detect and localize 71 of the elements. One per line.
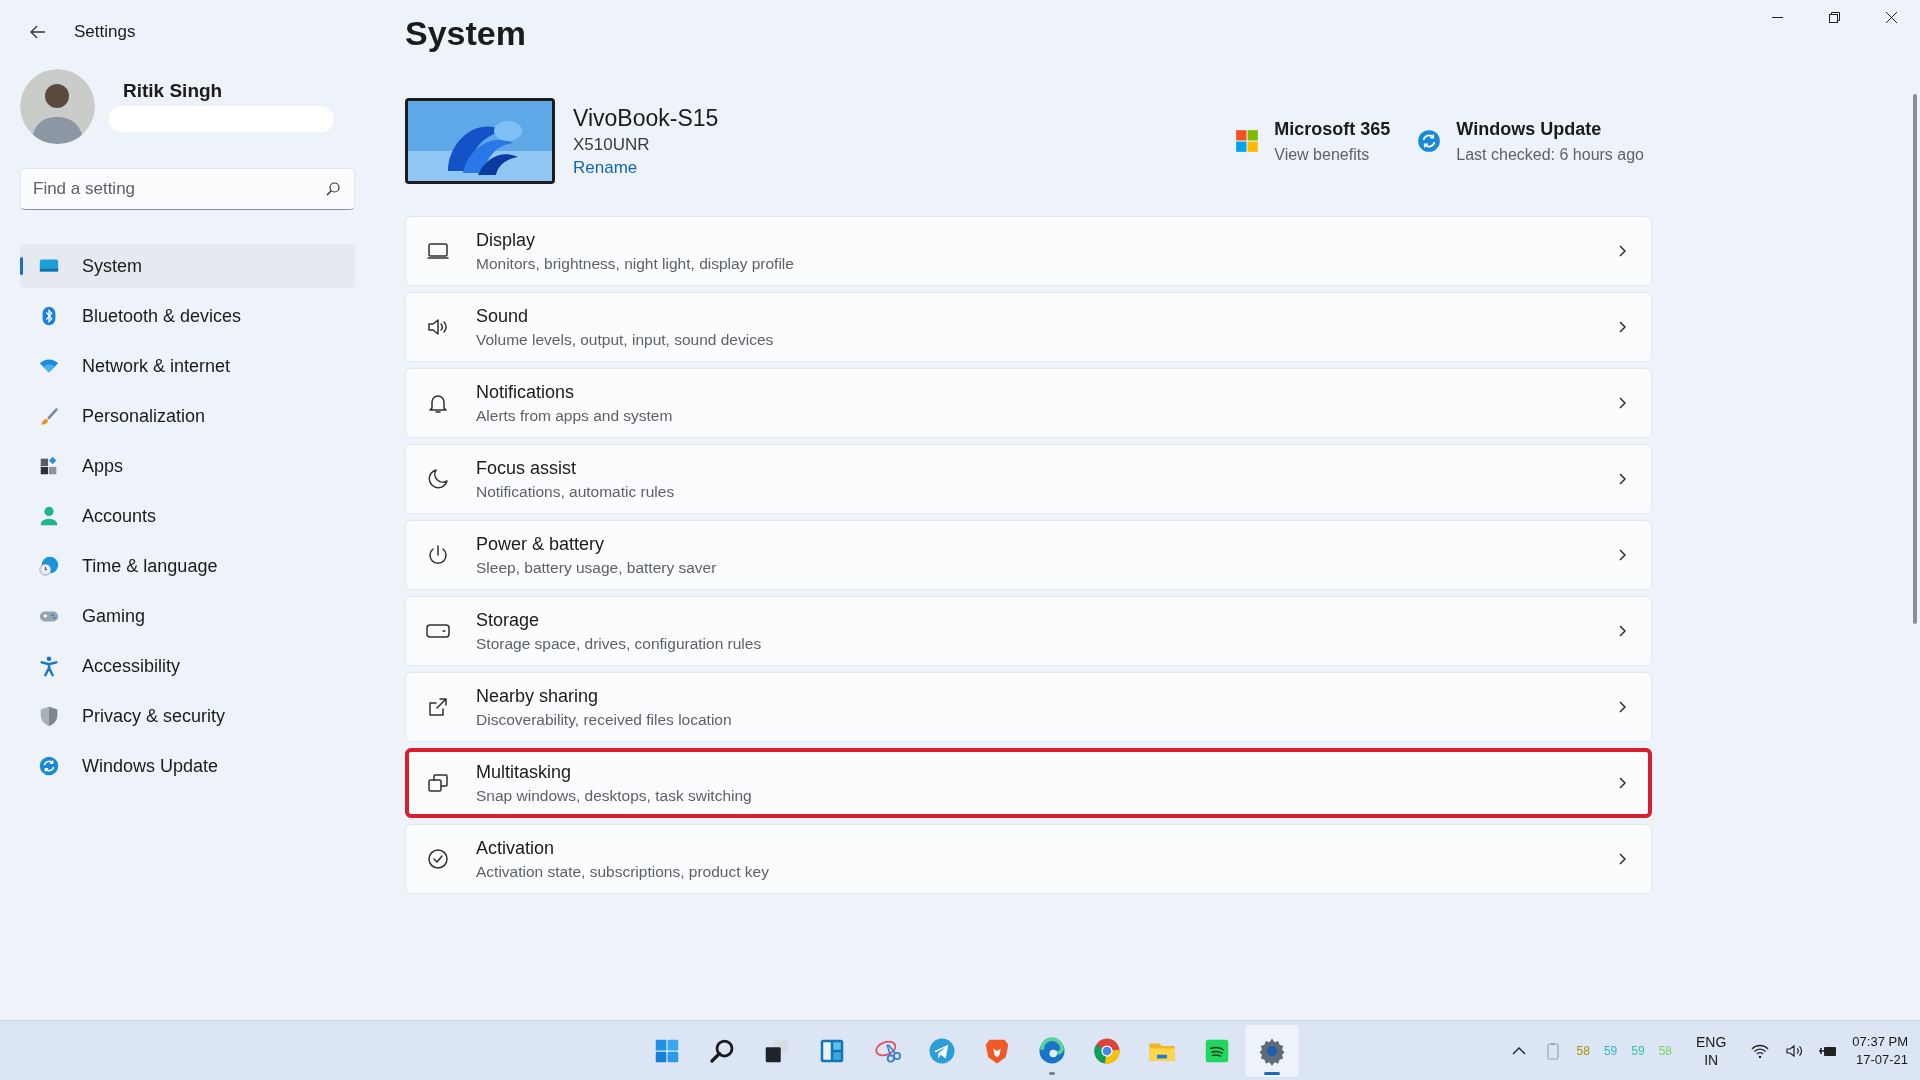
promo-subtitle: Last checked: 6 hours ago (1456, 145, 1644, 164)
sidebar-item[interactable]: Apps (20, 444, 355, 488)
share-icon (426, 695, 450, 719)
rename-link[interactable]: Rename (573, 157, 719, 178)
refresh-icon (38, 755, 60, 777)
search-icon[interactable] (325, 181, 341, 197)
sidebar-item[interactable]: Windows Update (20, 744, 355, 788)
clock-date[interactable]: 17-07-21 (1855, 1050, 1908, 1069)
settings-card[interactable]: Display Monitors, brightness, night light, display profile (405, 216, 1652, 286)
promo-title[interactable]: Microsoft 365 (1274, 118, 1391, 140)
user-name: Ritik Singh (122, 80, 224, 102)
card-description: Alerts from apps and system (476, 406, 674, 425)
device-model: X510UNR (573, 134, 651, 155)
close-icon[interactable] (1886, 11, 1897, 23)
sidebar-item[interactable]: Gaming (20, 594, 355, 638)
promo-title[interactable]: Windows Update (1456, 118, 1644, 140)
card-title: Multitasking (476, 761, 573, 783)
sidebar-item[interactable]: Bluetooth & devices (20, 294, 355, 338)
card-description: Discoverability, received files location (476, 710, 733, 729)
clock-time[interactable]: 07:37 PM (1852, 1032, 1908, 1051)
card-title: Focus assist (476, 457, 578, 479)
card-description: Notifications, automatic rules (476, 482, 676, 501)
language-code[interactable]: ENG (1696, 1032, 1727, 1051)
shield-icon (38, 705, 60, 727)
edge-wave-icon (1037, 1035, 1067, 1066)
windows-stack-icon (426, 771, 450, 795)
device-name: VivoBook-S15 (573, 104, 719, 132)
card-title: Activation (476, 837, 556, 859)
search-field[interactable]: Find a setting (20, 168, 355, 210)
sidebar-item[interactable]: Accounts (20, 494, 355, 538)
four-squares-icon[interactable] (1234, 128, 1261, 154)
card-description: Storage space, drives, configuration rules (476, 634, 763, 653)
page-title: System (405, 14, 527, 54)
sidebar-item[interactable]: Privacy & security (20, 694, 355, 738)
brush-icon (38, 405, 60, 427)
sidebar-item[interactable]: Accessibility (20, 644, 355, 688)
settings-card[interactable]: Notifications Alerts from apps and system (405, 368, 1652, 438)
figure-icon (38, 655, 60, 677)
settings-card[interactable]: Power & battery Sleep, battery usage, battery saver (405, 520, 1652, 590)
sidebar-item[interactable]: Network & internet (20, 344, 355, 388)
window-title: Settings (74, 22, 136, 42)
settings-card[interactable]: Multitasking Snap windows, desktops, task switching (405, 748, 1652, 818)
sidebar-item[interactable]: Time & language (20, 544, 355, 588)
check-circle-icon (426, 847, 450, 871)
card-description: Activation state, subscriptions, product key (476, 862, 770, 881)
moon-icon (426, 467, 450, 491)
region-code[interactable]: IN (1704, 1050, 1719, 1069)
power-icon (426, 543, 450, 567)
card-title: Sound (476, 305, 530, 327)
sidebar-item[interactable]: System (20, 244, 355, 288)
person-icon (38, 505, 60, 527)
refresh-icon[interactable] (1416, 128, 1443, 154)
scrollbar[interactable] (1913, 94, 1917, 624)
settings-card[interactable]: Activation Activation state, subscriptions, product key (405, 824, 1652, 894)
card-description: Monitors, brightness, night light, display profile (476, 254, 795, 273)
restore-icon[interactable] (1829, 11, 1840, 23)
card-title: Display (476, 229, 537, 251)
card-description: Volume levels, output, input, sound devices (476, 330, 775, 349)
settings-card[interactable]: Storage Storage space, drives, configuration rules (405, 596, 1652, 666)
globe-clock-icon (38, 555, 60, 577)
card-description: Sleep, battery usage, battery saver (476, 558, 718, 577)
promo-subtitle: View benefits (1274, 145, 1371, 164)
card-title: Nearby sharing (476, 685, 600, 707)
settings-card[interactable]: Sound Volume levels, output, input, sound devices (405, 292, 1652, 362)
settings-card[interactable]: Focus assist Notifications, automatic rules (405, 444, 1652, 514)
sidebar-item[interactable]: Personalization (20, 394, 355, 438)
settings-card[interactable]: Nearby sharing Discoverability, received files location (405, 672, 1652, 742)
card-title: Notifications (476, 381, 576, 403)
card-title: Storage (476, 609, 541, 631)
card-title: Power & battery (476, 533, 606, 555)
card-description: Snap windows, desktops, task switching (476, 786, 753, 805)
